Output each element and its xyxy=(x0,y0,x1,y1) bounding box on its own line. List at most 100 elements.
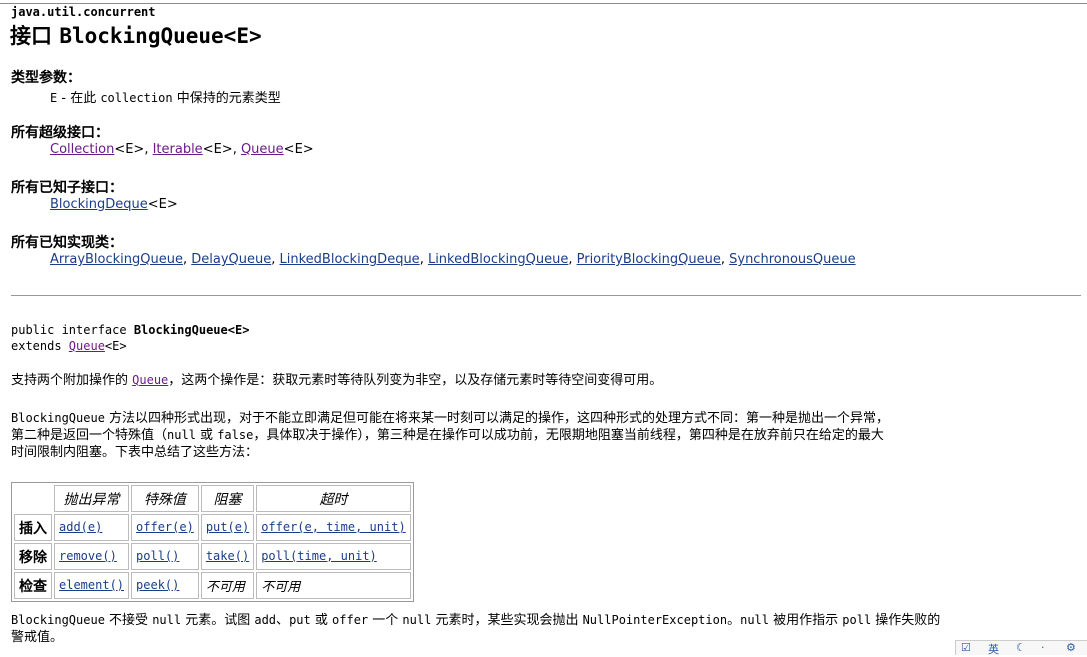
type-param-dash: - 在此 xyxy=(57,91,101,106)
link-synchronousqueue[interactable]: SynchronousQueue xyxy=(729,252,856,267)
type-params-desc: E - 在此 collection 中保持的元素类型 xyxy=(50,87,281,106)
cell-not-applicable: 不可用 xyxy=(256,572,411,599)
description-paragraph-1: 支持两个附加操作的 Queue，这两个操作是：获取元素时等待队列变为非空，以及存… xyxy=(11,372,662,389)
generic-e: <E> xyxy=(283,142,314,157)
para2-false: false xyxy=(217,428,254,442)
link-poll[interactable]: poll() xyxy=(136,549,179,563)
header-blocks: 阻塞 xyxy=(200,485,255,512)
decl-extends: extends xyxy=(11,339,69,353)
table-row: 移除 remove() poll() take() poll(time, uni… xyxy=(14,543,411,570)
text: 元素时，某些实现会抛出 xyxy=(431,613,583,628)
row-label-examine: 检查 xyxy=(14,572,52,599)
text: 被用作指示 xyxy=(769,613,843,628)
ime-language-label[interactable]: 英 xyxy=(988,641,999,657)
title-prefix: 接口 xyxy=(10,23,52,48)
decl-link-queue[interactable]: Queue xyxy=(69,339,105,353)
implementing-heading: 所有已知实现类： xyxy=(11,235,123,251)
subinterfaces-heading: 所有已知子接口： xyxy=(11,180,123,196)
header-special-value: 特殊值 xyxy=(131,485,199,512)
link-linkedblockingqueue[interactable]: LinkedBlockingQueue xyxy=(428,252,568,267)
code: null xyxy=(402,613,432,627)
decl-name: BlockingQueue<E> xyxy=(133,323,250,337)
para1-link-queue[interactable]: Queue xyxy=(132,373,168,387)
code: NullPointerException xyxy=(582,613,728,627)
type-param-text: 中保持的元素类型 xyxy=(172,91,281,106)
para2-line1: 方法以四种形式出现，对于不能立即满足但可能在将来某一时刻可以满足的操作，这四种形… xyxy=(104,411,890,426)
generic-e: <E> xyxy=(202,142,233,157)
code: put xyxy=(289,613,311,627)
link-poll-timed[interactable]: poll(time, unit) xyxy=(261,549,377,563)
superinterfaces-list: Collection<E>, Iterable<E>, Queue<E> xyxy=(50,142,314,157)
text: 操作失败的 xyxy=(871,613,941,628)
interface-declaration: public interface BlockingQueue<E> extend… xyxy=(11,322,249,354)
superinterfaces-heading: 所有超级接口： xyxy=(11,125,109,141)
table-row: 插入 add(e) offer(e) put(e) offer(e, time,… xyxy=(14,514,411,541)
para2-code: BlockingQueue xyxy=(11,411,105,425)
title-interface-name: BlockingQueue<E> xyxy=(59,24,262,48)
top-border xyxy=(0,3,1087,4)
para3-line2: 警戒值。 xyxy=(11,630,64,645)
decl-generic: <E> xyxy=(104,339,127,353)
text: 、 xyxy=(276,613,290,628)
table-corner xyxy=(14,485,52,512)
header-times-out: 超时 xyxy=(256,485,411,512)
implementing-list: ArrayBlockingQueue, DelayQueue, LinkedBl… xyxy=(50,252,856,267)
subinterfaces-list: BlockingDeque<E> xyxy=(50,197,178,212)
para2-line3: 时间限制内阻塞。下表中总结了这些方法： xyxy=(11,445,259,460)
link-element[interactable]: element() xyxy=(59,578,124,592)
code: add xyxy=(254,613,277,627)
code: null xyxy=(740,613,769,627)
code: null xyxy=(152,613,182,627)
table-header-row: 抛出异常 特殊值 阻塞 超时 xyxy=(14,485,411,512)
code: poll xyxy=(842,613,872,627)
cell-not-applicable: 不可用 xyxy=(200,572,255,599)
decl-modifiers: public interface xyxy=(11,323,134,337)
package-name: java.util.concurrent xyxy=(11,5,156,19)
row-label-insert: 插入 xyxy=(14,514,52,541)
description-paragraph-2: BlockingQueue 方法以四种形式出现，对于不能立即满足但可能在将来某一… xyxy=(11,410,1086,461)
checkbox-icon[interactable]: ☑ xyxy=(961,641,971,654)
table-row: 检查 element() peek() 不可用 不可用 xyxy=(14,572,411,599)
row-label-remove: 移除 xyxy=(14,543,52,570)
para2-line2b: ，具体取决于操作），第三种是在操作可以成功前，无限期地阻塞当前线程，第四种是在放… xyxy=(253,428,884,443)
generic-e: <E> xyxy=(114,142,145,157)
dot-icon[interactable]: · xyxy=(1041,641,1045,654)
link-linkedblockingdeque[interactable]: LinkedBlockingDeque xyxy=(280,252,420,267)
text: 或 xyxy=(310,613,333,628)
text: 元素。试图 xyxy=(181,613,255,628)
link-remove[interactable]: remove() xyxy=(59,549,117,563)
type-param-code: collection xyxy=(100,91,173,105)
link-iterable[interactable]: Iterable xyxy=(153,142,203,157)
link-delayqueue[interactable]: DelayQueue xyxy=(191,252,271,267)
code: offer xyxy=(332,613,369,627)
link-offer[interactable]: offer(e) xyxy=(136,520,194,534)
generic-e: <E> xyxy=(147,197,178,212)
link-peek[interactable]: peek() xyxy=(136,578,179,592)
link-offer-timed[interactable]: offer(e, time, unit) xyxy=(261,520,406,534)
link-queue[interactable]: Queue xyxy=(241,142,284,157)
link-collection[interactable]: Collection xyxy=(50,142,114,157)
text: 不接受 xyxy=(104,613,153,628)
link-arrayblockingqueue[interactable]: ArrayBlockingQueue xyxy=(50,252,183,267)
code: BlockingQueue xyxy=(11,613,105,627)
link-add[interactable]: add(e) xyxy=(59,520,102,534)
methods-summary-table: 抛出异常 特殊值 阻塞 超时 插入 add(e) offer(e) put(e)… xyxy=(11,482,414,602)
text: 一个 xyxy=(368,613,403,628)
link-priorityblockingqueue[interactable]: PriorityBlockingQueue xyxy=(577,252,721,267)
text: 。 xyxy=(727,613,741,628)
para2-line2a: 第二种是返回一个特殊值（ xyxy=(11,428,168,443)
link-blockingdeque[interactable]: BlockingDeque xyxy=(50,197,148,212)
divider xyxy=(11,295,1081,296)
moon-icon[interactable]: ☾ xyxy=(1016,641,1026,654)
page-title: 接口 BlockingQueue<E> xyxy=(10,20,262,50)
type-params-heading: 类型参数： xyxy=(11,70,81,86)
link-put[interactable]: put(e) xyxy=(206,520,249,534)
para1-text-b: ，这两个操作是：获取元素时等待队列变为非空，以及存储元素时等待空间变得可用。 xyxy=(168,373,663,388)
link-take[interactable]: take() xyxy=(206,549,249,563)
ime-toolbar[interactable]: ☑ 英 ☾ · ⚙ xyxy=(955,640,1087,657)
settings-icon[interactable]: ⚙ xyxy=(1066,641,1076,654)
header-throws-exception: 抛出异常 xyxy=(54,485,130,512)
para2-or: 或 xyxy=(195,428,218,443)
para2-null: null xyxy=(167,428,196,442)
description-paragraph-3: BlockingQueue 不接受 null 元素。试图 add、put 或 o… xyxy=(11,612,1086,646)
